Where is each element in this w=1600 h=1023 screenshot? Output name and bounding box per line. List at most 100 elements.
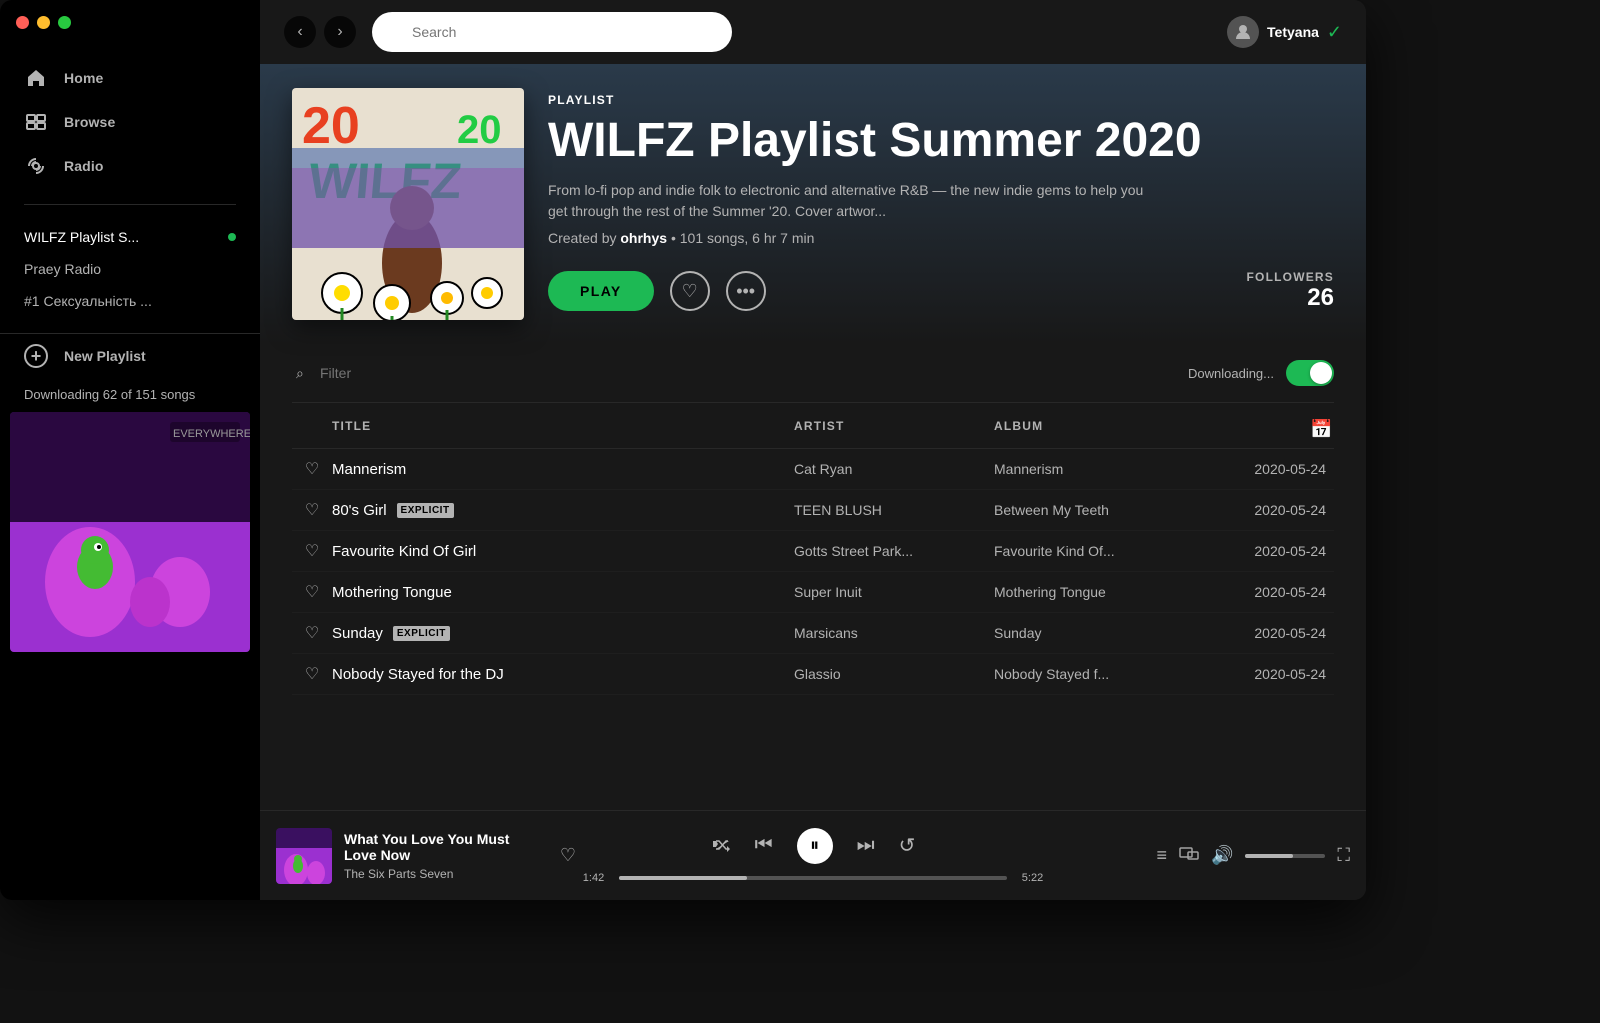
now-playing-left: What You Love You Must Love Now The Six … <box>276 828 576 884</box>
calendar-icon: 📅 <box>1310 419 1334 440</box>
sidebar-item-top1[interactable]: #1 Сексуальність ... <box>0 285 260 317</box>
play-button[interactable]: PLAY <box>548 271 654 311</box>
now-playing-center: ⏮ ⏸ ⏭ ↺ 1:42 5:22 <box>576 828 1050 884</box>
track-album: Nobody Stayed f... <box>994 666 1214 682</box>
track-row[interactable]: ♡ Mothering Tongue Super Inuit Mothering… <box>292 572 1334 613</box>
track-row[interactable]: ♡ 80's Girl EXPLICIT TEEN BLUSH Between … <box>292 490 1334 531</box>
track-date: 2020-05-24 <box>1214 502 1334 518</box>
sidebar-playlist-wilfz-label: WILFZ Playlist S... <box>24 229 139 245</box>
progress-fill <box>619 876 747 880</box>
sidebar-item-browse[interactable]: Browse <box>0 100 260 144</box>
new-playlist-button[interactable]: + New Playlist <box>0 333 260 378</box>
sidebar-item-wilfz[interactable]: WILFZ Playlist S... <box>0 221 260 253</box>
progress-bar-wrapper: 1:42 5:22 <box>576 872 1050 884</box>
track-like-button[interactable]: ♡ <box>292 500 332 520</box>
track-like-button[interactable]: ♡ <box>292 582 332 602</box>
next-button[interactable]: ⏭ <box>857 834 875 857</box>
followers-count: 26 <box>1247 284 1334 312</box>
current-time: 1:42 <box>576 872 611 884</box>
download-status: Downloading 62 of 151 songs <box>0 378 260 408</box>
now-playing-artist: The Six Parts Seven <box>344 867 536 881</box>
playlist-description: From lo-fi pop and indie folk to electro… <box>548 180 1148 222</box>
downloading-toggle: Downloading... <box>1188 360 1334 386</box>
top-bar: ‹ › ⌕ Tetyana <box>260 0 1366 64</box>
sidebar-item-home[interactable]: Home <box>0 56 260 100</box>
download-toggle-switch[interactable] <box>1286 360 1334 386</box>
track-like-button[interactable]: ♡ <box>292 623 332 643</box>
sidebar-item-radio[interactable]: Radio <box>0 144 260 188</box>
queue-icon[interactable]: ≡ <box>1156 845 1167 866</box>
minimize-button[interactable] <box>37 16 50 29</box>
top-bar-right: Tetyana ✓ <box>1227 16 1342 48</box>
like-button[interactable]: ♡ <box>670 271 710 311</box>
track-row[interactable]: ♡ Nobody Stayed for the DJ Glassio Nobod… <box>292 654 1334 695</box>
sidebar-item-praey[interactable]: Praey Radio <box>0 253 260 285</box>
track-title: Mothering Tongue <box>332 584 452 601</box>
search-bar: ⌕ <box>372 12 732 52</box>
playlist-title: WILFZ Playlist Summer 2020 <box>548 115 1334 168</box>
shuffle-button[interactable] <box>711 836 731 856</box>
track-title: Mannerism <box>332 461 406 478</box>
track-artist: Marsicans <box>794 625 994 641</box>
devices-icon[interactable] <box>1179 843 1199 868</box>
search-input[interactable] <box>372 12 732 52</box>
track-row[interactable]: ♡ Mannerism Cat Ryan Mannerism 2020-05-2… <box>292 449 1334 490</box>
total-time: 5:22 <box>1015 872 1050 884</box>
track-album: Mothering Tongue <box>994 584 1214 600</box>
track-like-button[interactable]: ♡ <box>292 459 332 479</box>
now-playing-info: What You Love You Must Love Now The Six … <box>344 831 536 881</box>
volume-icon[interactable]: 🔊 <box>1211 845 1233 866</box>
track-album: Mannerism <box>994 461 1214 477</box>
track-date: 2020-05-24 <box>1214 625 1334 641</box>
playlist-meta: Created by ohrhys • 101 songs, 6 hr 7 mi… <box>548 230 1334 246</box>
playlist-creator: ohrhys <box>620 230 667 246</box>
back-button[interactable]: ‹ <box>284 16 316 48</box>
col-album: ALBUM <box>994 419 1214 440</box>
track-artist: Super Inuit <box>794 584 994 600</box>
track-table: TITLE ARTIST ALBUM 📅 ♡ Mannerism Cat Rya… <box>292 411 1334 695</box>
track-rows: ♡ Mannerism Cat Ryan Mannerism 2020-05-2… <box>292 449 1334 695</box>
nav-arrows: ‹ › <box>284 16 356 48</box>
track-date: 2020-05-24 <box>1214 584 1334 600</box>
now-playing-art <box>276 828 332 884</box>
sidebar-radio-label: Radio <box>64 158 104 174</box>
more-options-button[interactable]: ••• <box>726 271 766 311</box>
mini-album-art[interactable]: EVERYWHERE <box>10 412 250 652</box>
playlist-duration: 6 hr 7 min <box>752 230 814 246</box>
progress-bar[interactable] <box>619 876 1007 880</box>
repeat-button[interactable]: ↺ <box>899 833 916 858</box>
volume-bar[interactable] <box>1245 854 1325 858</box>
track-row[interactable]: ♡ Favourite Kind Of Girl Gotts Street Pa… <box>292 531 1334 572</box>
svg-text:20: 20 <box>302 97 360 155</box>
filter-input[interactable] <box>292 361 509 385</box>
filter-search-icon: ⌕ <box>296 365 304 382</box>
nav-section: Home Browse <box>0 48 260 196</box>
sidebar-playlist-praey-label: Praey Radio <box>24 261 101 277</box>
track-album: Sunday <box>994 625 1214 641</box>
forward-button[interactable]: › <box>324 16 356 48</box>
fullscreen-button[interactable] <box>58 16 71 29</box>
track-artist: TEEN BLUSH <box>794 502 994 518</box>
now-playing-bar: What You Love You Must Love Now The Six … <box>260 810 1366 900</box>
radio-icon <box>24 154 48 178</box>
now-playing-like-button[interactable]: ♡ <box>560 845 576 866</box>
followers-info: FOLLOWERS 26 <box>1247 270 1334 312</box>
track-row[interactable]: ♡ Sunday EXPLICIT Marsicans Sunday 2020-… <box>292 613 1334 654</box>
previous-button[interactable]: ⏮ <box>755 834 773 857</box>
volume-fill <box>1245 854 1293 858</box>
main-content: ‹ › ⌕ Tetyana <box>260 0 1366 900</box>
track-title-cell: Nobody Stayed for the DJ <box>332 666 794 683</box>
track-like-button[interactable]: ♡ <box>292 664 332 684</box>
followers-label: FOLLOWERS <box>1247 270 1334 284</box>
track-title-cell: Mothering Tongue <box>332 584 794 601</box>
playlist-info: PLAYLIST WILFZ Playlist Summer 2020 From… <box>548 93 1334 320</box>
close-button[interactable] <box>16 16 29 29</box>
player-controls: ⏮ ⏸ ⏭ ↺ <box>711 828 916 864</box>
fullscreen-icon[interactable]: ⛶ <box>1337 845 1350 866</box>
track-date: 2020-05-24 <box>1214 543 1334 559</box>
col-date: 📅 <box>1214 419 1334 440</box>
track-like-button[interactable]: ♡ <box>292 541 332 561</box>
play-pause-button[interactable]: ⏸ <box>797 828 833 864</box>
sidebar: Home Browse <box>0 0 260 900</box>
plus-icon: + <box>24 344 48 368</box>
